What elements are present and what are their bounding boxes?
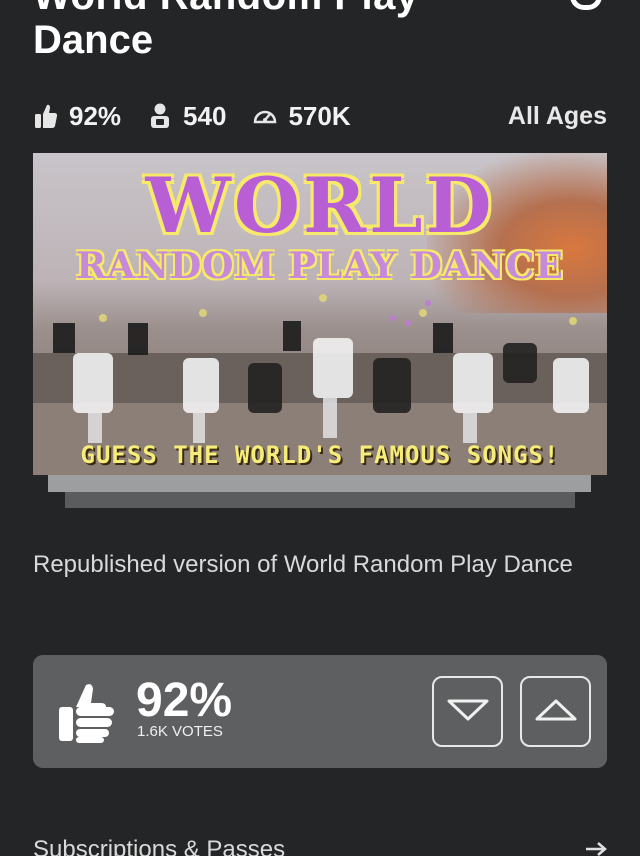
visits-stat: 570K — [252, 100, 351, 132]
subscriptions-section-link[interactable]: Subscriptions & Passes — [33, 836, 285, 856]
thumbs-up-icon — [33, 103, 59, 129]
visits-value: 570K — [288, 100, 351, 131]
thumbnail-caption: GUESS THE WORLD'S FAMOUS SONGS! — [80, 441, 560, 469]
age-rating: All Ages — [507, 101, 607, 130]
game-thumbnail[interactable]: WORLD RANDOM PLAY DANCE GUESS THE WORLD'… — [33, 153, 607, 475]
rating-value: 92% — [69, 100, 122, 131]
chevron-up-icon — [534, 697, 578, 726]
upvote-button[interactable] — [520, 676, 591, 747]
arrow-right-icon[interactable] — [584, 842, 608, 856]
playing-value: 540 — [183, 100, 227, 131]
rating-stat: 92% — [33, 101, 121, 132]
thumbnail-headline: WORLD — [145, 161, 495, 250]
downvote-button[interactable] — [432, 676, 503, 747]
thumbs-up-icon — [59, 681, 115, 743]
vote-percentage: 92% — [136, 674, 233, 727]
page-title-line-1: World Random Play — [33, 0, 419, 19]
notification-icon[interactable] — [570, 0, 602, 10]
chevron-down-icon — [446, 697, 490, 726]
playing-stat: 540 — [147, 101, 226, 132]
page-title: Dance — [33, 18, 154, 62]
user-icon — [147, 103, 173, 129]
game-description: Republished version of World Random Play… — [33, 551, 573, 578]
game-details-page: World Random Play Dance 92% 540 — [0, 0, 640, 856]
vote-count: 1.6K VOTES — [137, 723, 223, 740]
thumbnail-subheadline: RANDOM PLAY DANCE — [76, 245, 564, 287]
game-stats-bar: 92% 540 570K All Ages — [33, 98, 607, 134]
vote-card: 92% 1.6K VOTES — [33, 655, 607, 768]
gauge-icon — [252, 103, 278, 129]
